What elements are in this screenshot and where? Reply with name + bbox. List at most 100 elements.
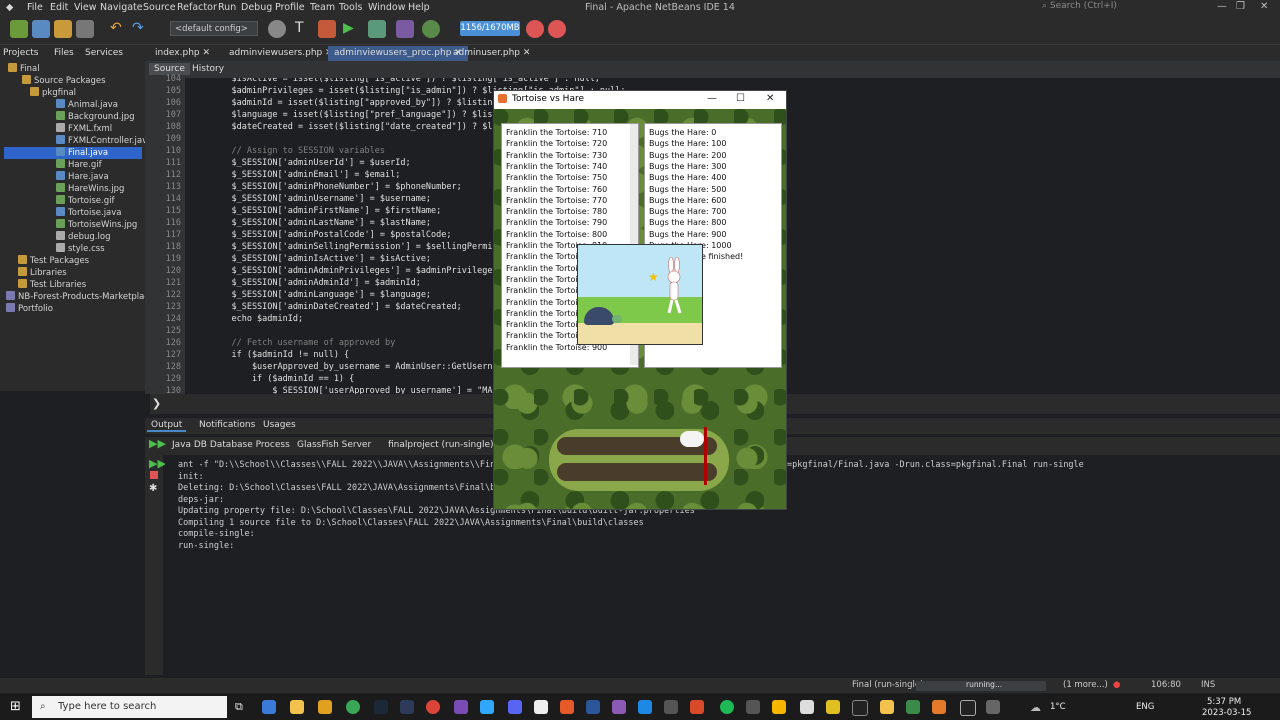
menu-file[interactable]: File [27, 2, 43, 13]
chrome-icon[interactable] [346, 700, 360, 714]
tortoise-list-item[interactable]: Franklin the Tortoise: 770 [506, 196, 607, 205]
tortoise-list-item[interactable]: Franklin the Tortoise: 780 [506, 207, 607, 216]
weather-temp[interactable]: 1°C [1050, 702, 1066, 712]
hare-list-item[interactable]: Bugs the Hare: 400 [649, 173, 726, 182]
tree-item-file[interactable]: Tortoise.java [56, 207, 122, 219]
menu-debug[interactable]: Debug [241, 2, 272, 13]
config-select[interactable]: <default config> [170, 21, 258, 36]
language-indicator[interactable]: ENG [1136, 702, 1154, 712]
hammer-icon[interactable]: T [295, 20, 313, 38]
history-tab[interactable]: History [187, 63, 229, 75]
profiler-icon[interactable] [548, 20, 566, 38]
app-icon[interactable] [932, 700, 946, 714]
discord-icon[interactable] [508, 700, 522, 714]
hare-list-item[interactable]: Bugs the Hare: 0 [649, 128, 716, 137]
tree-item-final-java[interactable]: Final.java [4, 147, 142, 159]
spotify-icon[interactable] [720, 700, 734, 714]
editor-tab[interactable]: index.php ✕ [149, 46, 216, 61]
netbeans-taskbar-icon[interactable] [986, 700, 1000, 714]
tab-output[interactable]: Output [147, 420, 187, 432]
hare-list-item[interactable]: Bugs the Hare: 700 [649, 207, 726, 216]
tree-item-file[interactable]: FXML.fxml [56, 123, 112, 135]
tree-item-file[interactable]: debug.log [56, 231, 110, 243]
apply-changes-icon[interactable] [422, 20, 440, 38]
tree-item-file[interactable]: TortoiseWins.jpg [56, 219, 137, 231]
run-icon[interactable]: ▶ [343, 20, 361, 38]
app-icon[interactable] [746, 700, 760, 714]
windows-start-icon[interactable]: ⊞ [10, 699, 21, 714]
tab-projects[interactable]: Projects [3, 48, 38, 58]
photoshop-icon[interactable] [480, 700, 494, 714]
tab-services[interactable]: Services [85, 48, 123, 58]
hare-list-item[interactable]: Bugs the Hare: 600 [649, 196, 726, 205]
app-icon[interactable] [906, 700, 920, 714]
chrome-alt-icon[interactable] [426, 700, 440, 714]
hare-list-item[interactable]: Bugs the Hare: 500 [649, 185, 726, 194]
stop-icon[interactable] [150, 471, 158, 479]
menu-refactor[interactable]: Refactor [177, 2, 217, 13]
task-view-icon[interactable]: ⧉ [235, 700, 249, 714]
app-icon[interactable] [664, 700, 678, 714]
profile-icon[interactable] [396, 20, 414, 38]
menu-source[interactable]: Source [143, 2, 176, 13]
clock-date[interactable]: 2023-03-15 [1202, 708, 1251, 718]
vscode-icon[interactable] [638, 700, 652, 714]
tree-item-portfolio[interactable]: Portfolio [6, 303, 53, 315]
tortoise-list-item[interactable]: Franklin the Tortoise: 710 [506, 128, 607, 137]
tree-item-file[interactable]: style.css [56, 243, 105, 255]
menu-profile[interactable]: Profile [275, 2, 305, 13]
editor-tab[interactable]: adminuser.php ✕ [447, 46, 536, 61]
hare-list-item[interactable]: Bugs the Hare: 800 [649, 218, 726, 227]
hare-list-item[interactable]: Bugs the Hare: 900 [649, 230, 726, 239]
ide-search-input[interactable]: ⌕ Search (Ctrl+I) [1042, 1, 1212, 14]
editor-tab[interactable]: adminviewusers.php ✕ [223, 46, 339, 61]
visual-studio-icon[interactable] [612, 700, 626, 714]
github-icon[interactable] [534, 700, 548, 714]
hare-list-item[interactable]: Bugs the Hare: 200 [649, 151, 726, 160]
store-icon[interactable] [318, 700, 332, 714]
tortoise-list-item[interactable]: Franklin the Tortoise: 730 [506, 151, 607, 160]
build-icon[interactable] [268, 20, 286, 38]
steam-icon[interactable] [374, 700, 388, 714]
app-icon[interactable] [960, 700, 976, 716]
menu-help[interactable]: Help [408, 2, 430, 13]
run-tab[interactable]: Java DB Database Process [172, 440, 290, 450]
clean-build-icon[interactable] [318, 20, 336, 38]
app-icon[interactable] [690, 700, 704, 714]
app-close-icon[interactable]: ✕ [766, 93, 774, 104]
tree-item-pkgfinal[interactable]: pkgfinal [30, 87, 76, 99]
app-icon[interactable] [880, 700, 894, 714]
word-icon[interactable] [586, 700, 600, 714]
app-icon[interactable] [772, 700, 786, 714]
hare-list-item[interactable]: Bugs the Hare: 300 [649, 162, 726, 171]
menu-tools[interactable]: Tools [339, 2, 362, 13]
app-icon[interactable] [560, 700, 574, 714]
file-explorer-icon[interactable] [290, 700, 304, 714]
app-icon[interactable] [852, 700, 868, 716]
minimize-icon[interactable]: — [1217, 1, 1227, 12]
tree-item-file[interactable]: Tortoise.gif [56, 195, 114, 207]
close-icon[interactable]: ✕ [1260, 1, 1268, 12]
restore-icon[interactable]: ❐ [1236, 1, 1245, 12]
tortoise-list-item[interactable]: Franklin the Tortoise: 800 [506, 230, 607, 239]
app-icon[interactable] [800, 700, 814, 714]
clock-time[interactable]: 5:37 PM [1207, 697, 1241, 707]
tree-item-final[interactable]: Final [8, 63, 40, 75]
tortoise-list-item[interactable]: Franklin the Tortoise: 790 [506, 218, 607, 227]
app-minimize-icon[interactable]: — [707, 93, 717, 104]
tree-item-libraries[interactable]: Libraries [18, 267, 67, 279]
hare-list-item[interactable]: Bugs the Hare: 100 [649, 139, 726, 148]
app-icon[interactable] [454, 700, 468, 714]
tree-item-file[interactable]: Background.jpg [56, 111, 135, 123]
expand-arrow-icon[interactable]: ❯ [152, 397, 161, 410]
tortoise-list-item[interactable]: Franklin the Tortoise: 750 [506, 173, 607, 182]
tree-item-file[interactable]: HareWins.jpg [56, 183, 124, 195]
notification-icon[interactable]: ● [1113, 680, 1120, 690]
tree-item-file[interactable]: Animal.java [56, 99, 118, 111]
status-more[interactable]: (1 more...) [1063, 680, 1108, 690]
app-icon[interactable] [400, 700, 414, 714]
open-project-icon[interactable] [54, 20, 72, 38]
weather-icon[interactable]: ☁ [1030, 701, 1041, 714]
memory-indicator[interactable]: 1156/1670MB [460, 21, 520, 36]
tortoise-list-item[interactable]: Franklin the Tortoise: 740 [506, 162, 607, 171]
